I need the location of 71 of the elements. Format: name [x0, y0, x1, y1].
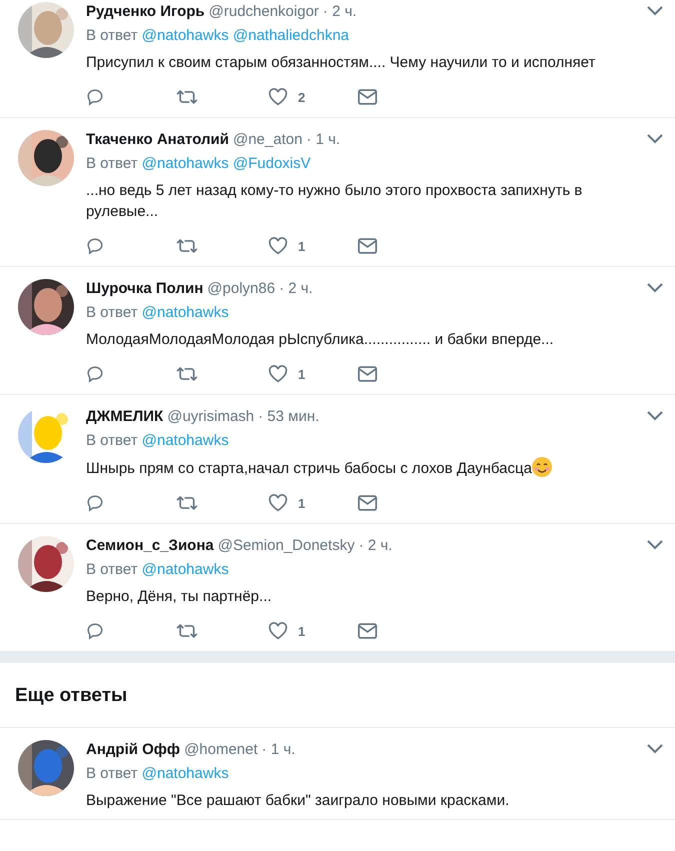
tweet-time[interactable]: · 2 ч.: [358, 536, 392, 554]
author-name[interactable]: ДЖМЕЛИК: [86, 408, 164, 424]
envelope-icon[interactable]: [358, 366, 377, 382]
chevron-down-icon[interactable]: [647, 6, 663, 16]
tweet-time[interactable]: · 1 ч.: [262, 740, 296, 758]
retweet-icon[interactable]: [176, 237, 198, 255]
section-heading: Еще ответы: [15, 685, 128, 707]
speech-bubble-icon[interactable]: [86, 494, 104, 512]
author-name[interactable]: Семион_с_Зиона: [86, 536, 214, 554]
reply-to-label: В ответ: [86, 765, 138, 782]
tweet-text: МолодаяМолодаяМолодая рЫспублика................ и бабки вперде...: [86, 331, 554, 348]
envelope-icon[interactable]: [358, 238, 377, 254]
chevron-down-icon[interactable]: [647, 283, 663, 293]
speech-bubble-icon[interactable]: [86, 88, 104, 106]
speech-bubble-icon[interactable]: [86, 365, 104, 383]
author-handle[interactable]: @homenet: [184, 740, 258, 758]
envelope-icon[interactable]: [358, 623, 377, 639]
like-count: 1: [298, 366, 306, 382]
like-count: 2: [298, 90, 306, 104]
author-name[interactable]: Андрій Офф: [86, 740, 180, 758]
mention-link[interactable]: @natohawks: [142, 765, 229, 782]
tweet-time[interactable]: · 2 ч.: [279, 280, 313, 296]
retweet-icon[interactable]: [176, 88, 198, 106]
mention-link[interactable]: @natohawks: [142, 561, 229, 578]
author-name[interactable]: Рудченко Игорь: [86, 2, 205, 20]
envelope-icon[interactable]: [358, 495, 377, 511]
tweet-text: Верно, Дёня, ты партнёр...: [86, 588, 272, 605]
chevron-down-icon[interactable]: [647, 744, 663, 754]
tweet-time[interactable]: · 1 ч.: [306, 130, 340, 148]
author-handle[interactable]: @Semion_Donetsky: [218, 536, 355, 554]
reply-to-label: В ответ: [86, 27, 138, 44]
heart-icon[interactable]: [268, 88, 288, 106]
author-handle[interactable]: @uyrisimash: [167, 408, 254, 424]
reply-to-label: В ответ: [86, 432, 138, 449]
chevron-down-icon[interactable]: [647, 540, 663, 550]
heart-icon[interactable]: [268, 365, 288, 383]
mention-link[interactable]: @natohawks: [142, 155, 229, 172]
retweet-icon[interactable]: [176, 365, 198, 383]
chevron-down-icon[interactable]: [647, 411, 663, 421]
mention-link[interactable]: @FudoxisV: [232, 155, 311, 172]
smiling-face-icon: [532, 457, 552, 477]
heart-icon[interactable]: [268, 494, 288, 512]
envelope-icon[interactable]: [358, 89, 377, 105]
tweet-time[interactable]: · 2 ч.: [322, 2, 357, 20]
author-name[interactable]: Ткаченко Анатолий: [86, 130, 229, 148]
reply-to-label: В ответ: [86, 561, 138, 578]
retweet-icon[interactable]: [176, 622, 198, 640]
mention-link[interactable]: @natohawks: [142, 304, 229, 321]
mention-link[interactable]: @nathaliedchkna: [232, 27, 350, 44]
author-name[interactable]: Шурочка Полин: [86, 280, 204, 296]
like-count: 1: [298, 238, 306, 254]
heart-icon[interactable]: [268, 622, 288, 640]
reply-to-label: В ответ: [86, 304, 138, 321]
mention-link[interactable]: @natohawks: [142, 432, 229, 449]
author-handle[interactable]: @rudchenkoigor: [208, 2, 319, 20]
tweet-text: Присупил к своим старым обязанностям.... Чему научили то и исполняет: [86, 54, 596, 71]
tweet-text: Выражение "Все рашают бабки" заиграло новыми красками.: [86, 792, 510, 809]
author-handle[interactable]: @ne_aton: [232, 130, 302, 148]
like-count: 1: [298, 496, 306, 510]
heart-icon[interactable]: [268, 237, 288, 255]
tweet-text: ...но ведь 5 лет назад кому-то нужно было этого прохвоста запихнуть в рулевые...: [86, 182, 582, 220]
chevron-down-icon[interactable]: [647, 134, 663, 144]
reply-to-label: В ответ: [86, 155, 138, 172]
mention-link[interactable]: @natohawks: [142, 27, 229, 44]
author-handle[interactable]: @polyn86: [207, 280, 276, 296]
speech-bubble-icon[interactable]: [86, 237, 104, 255]
tweet-time[interactable]: · 53 мин.: [258, 408, 320, 424]
like-count: 1: [298, 624, 306, 638]
speech-bubble-icon[interactable]: [86, 622, 104, 640]
retweet-icon[interactable]: [176, 494, 198, 512]
tweet-text: Шнырь прям со старта,начал стричь бабосы с лохов Даунбасца: [86, 460, 532, 477]
